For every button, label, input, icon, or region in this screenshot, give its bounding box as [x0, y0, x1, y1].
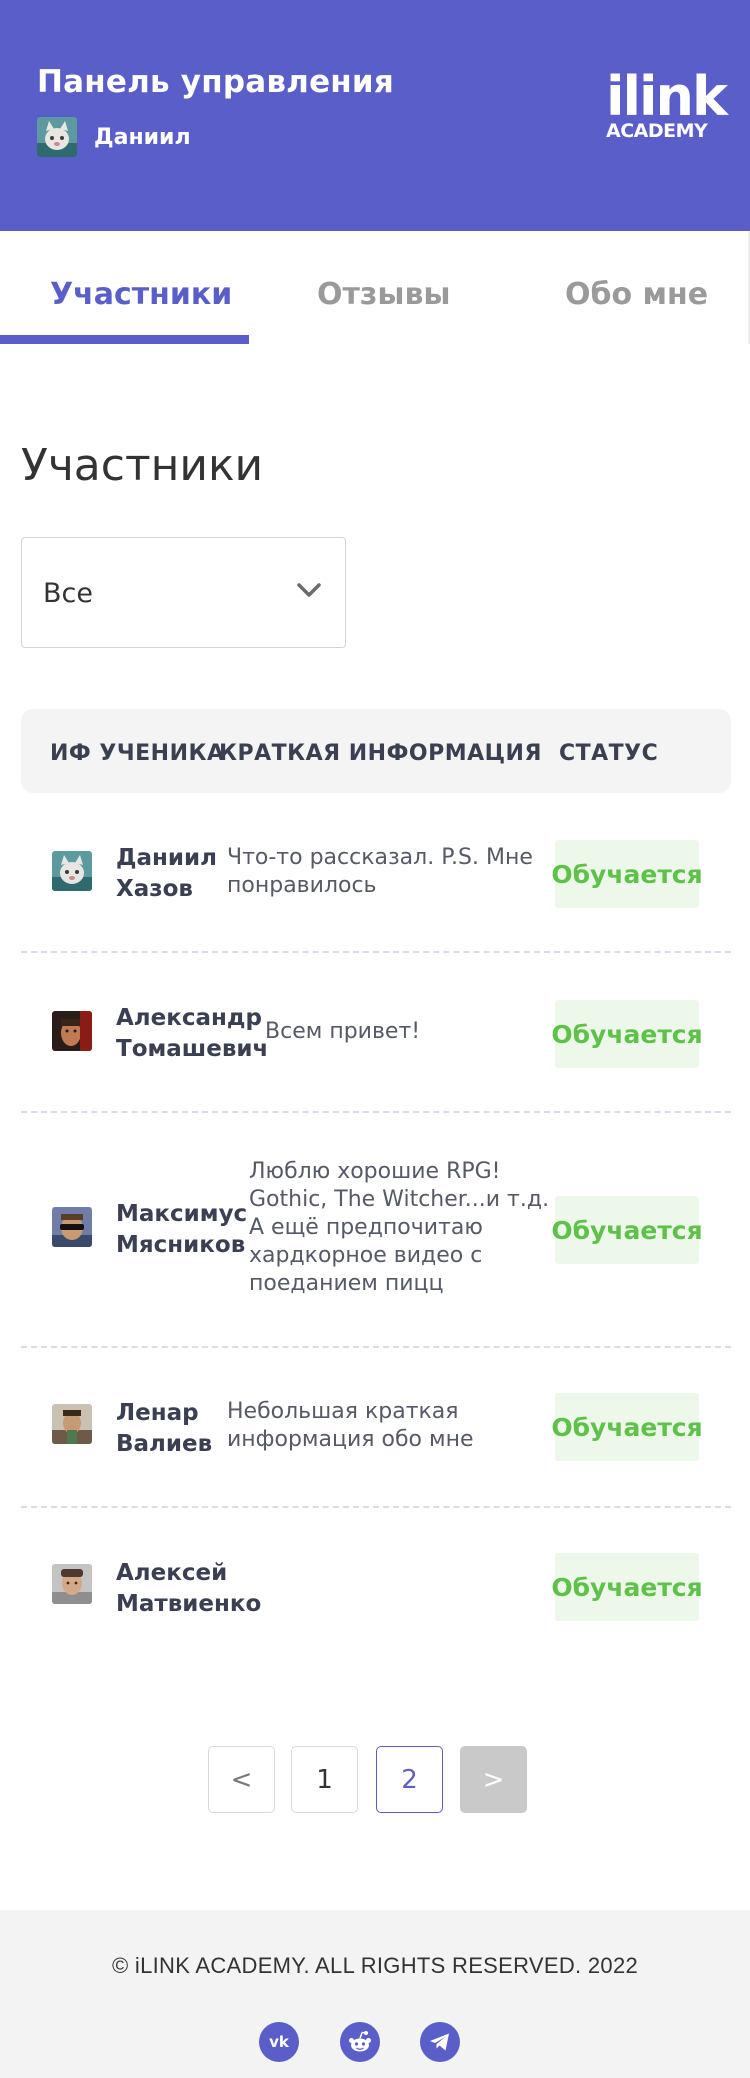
first-name: Ленар — [116, 1400, 199, 1426]
footer: © iLINK ACADEMY. ALL RIGHTS RESERVED. 20… — [0, 1910, 750, 2078]
tab-about-me[interactable]: Обо мне — [565, 277, 708, 312]
info-line: поеданием пицц — [249, 1271, 444, 1296]
logo-wordmark: ilink — [606, 65, 728, 128]
first-name: Даниил — [116, 845, 217, 871]
info-line: Что-то рассказал. P.S. Мне — [227, 845, 533, 870]
next-page-button[interactable]: > — [460, 1746, 527, 1813]
table-row[interactable]: Максимус Мясников Люблю хорошие RPG! Got… — [21, 1113, 731, 1348]
info-line: Небольшая краткая — [227, 1399, 459, 1424]
prev-page-button[interactable]: < — [208, 1746, 275, 1813]
first-name: Алексей — [116, 1560, 228, 1586]
info-line: Gothic, The Witcher...и т.д. — [249, 1187, 550, 1212]
first-name: Александр — [116, 1005, 262, 1031]
column-header-info[interactable]: КРАТКАЯ ИНФОРМАЦИЯ — [219, 741, 542, 766]
avatar — [37, 117, 77, 157]
last-name: Матвиенко — [116, 1591, 262, 1617]
page-button-2[interactable]: 2 — [376, 1746, 443, 1813]
avatar — [52, 1011, 92, 1051]
status-badge: Обучается — [551, 840, 703, 908]
username: Даниил — [94, 124, 191, 150]
student-name[interactable]: Даниил Хазов — [116, 843, 217, 905]
status-badge: Обучается — [551, 1553, 703, 1621]
status-badge: Обучается — [551, 1393, 703, 1461]
chevron-down-icon — [297, 583, 321, 597]
avatar — [52, 1564, 92, 1604]
student-name[interactable]: Максимус Мясников — [116, 1199, 247, 1261]
status-badge: Обучается — [551, 1000, 703, 1068]
status-badge: Обучается — [551, 1196, 703, 1264]
student-info: Что-то рассказал. P.S. Мне понравилось — [227, 844, 533, 900]
info-line: хардкорное видео с — [249, 1243, 483, 1268]
select-value: Все — [43, 578, 93, 609]
tab-reviews[interactable]: Отзывы — [317, 277, 451, 312]
avatar — [52, 1404, 92, 1444]
student-info: Всем привет! — [265, 1018, 420, 1046]
last-name: Мясников — [116, 1232, 246, 1258]
table-row[interactable]: Даниил Хазов Что-то рассказал. P.S. Мне … — [21, 793, 731, 953]
ilink-academy-logo[interactable]: ilink ACADEMY — [606, 65, 728, 143]
page-button-1[interactable]: 1 — [291, 1746, 358, 1813]
active-tab-indicator — [0, 335, 249, 344]
column-header-name[interactable]: ИФ УЧЕНИКА — [50, 741, 225, 766]
info-line: Люблю хорошие RPG! — [249, 1159, 501, 1184]
column-header-status[interactable]: СТАТУС — [559, 741, 658, 766]
section-title: Участники — [21, 440, 264, 491]
student-info: Люблю хорошие RPG! Gothic, The Witcher..… — [249, 1158, 549, 1298]
first-name: Максимус — [116, 1201, 248, 1227]
page-title: Панель управления — [37, 64, 394, 100]
current-user[interactable]: Даниил — [37, 117, 191, 157]
last-name: Хазов — [116, 876, 193, 902]
header: Панель управления Даниил ilink ACADEMY — [0, 0, 750, 231]
table-row[interactable]: Ленар Валиев Небольшая краткая информаци… — [21, 1348, 731, 1508]
student-name[interactable]: Ленар Валиев — [116, 1398, 212, 1460]
student-info: Небольшая краткая информация обо мне — [227, 1398, 474, 1454]
svg-text:vk: vk — [269, 2034, 290, 2050]
telegram-icon[interactable] — [420, 2022, 460, 2062]
logo-subtitle: ACADEMY — [606, 120, 708, 142]
last-name: Валиев — [116, 1431, 213, 1457]
table-row[interactable]: Алексей Матвиенко Обучается — [21, 1508, 731, 1668]
student-name[interactable]: Александр Томашевич — [116, 1003, 268, 1065]
info-line: А ещё предпочитаю — [249, 1215, 483, 1240]
student-name[interactable]: Алексей Матвиенко — [116, 1558, 261, 1620]
info-line: информация обо мне — [227, 1427, 474, 1452]
avatar — [52, 851, 92, 891]
table-row[interactable]: Александр Томашевич Всем привет! Обучает… — [21, 953, 731, 1113]
tab-participants[interactable]: Участники — [50, 277, 232, 312]
reddit-icon[interactable] — [340, 2022, 380, 2062]
info-line: Всем привет! — [265, 1019, 421, 1044]
status-filter-select[interactable]: Все — [21, 537, 346, 648]
table-header: ИФ УЧЕНИКА КРАТКАЯ ИНФОРМАЦИЯ СТАТУС — [21, 709, 731, 793]
copyright: © iLINK ACADEMY. ALL RIGHTS RESERVED. 20… — [111, 1953, 639, 1978]
vk-icon[interactable]: vk — [259, 2022, 299, 2062]
info-line: понравилось — [227, 873, 377, 898]
tab-bar: Участники Отзывы Обо мне — [0, 231, 750, 344]
last-name: Томашевич — [116, 1036, 269, 1062]
avatar — [52, 1207, 92, 1247]
